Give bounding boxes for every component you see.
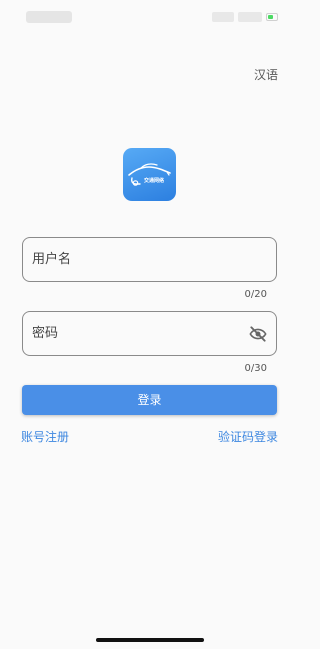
battery-level (268, 15, 273, 19)
status-time (26, 11, 72, 23)
username-field[interactable] (22, 237, 277, 282)
username-input[interactable] (32, 238, 242, 281)
battery-icon (266, 13, 278, 21)
eye-off-icon[interactable] (248, 324, 268, 344)
language-switch-button[interactable]: 汉语 (254, 67, 278, 83)
wifi-icon (238, 12, 262, 22)
register-link[interactable]: 账号注册 (21, 429, 69, 445)
status-icons (212, 11, 278, 23)
car-icon (128, 163, 171, 186)
signal-icon (212, 12, 234, 22)
password-input[interactable] (32, 312, 242, 355)
app-logo: 交通网络 (123, 148, 176, 201)
logo-text: 交通网络 (144, 178, 165, 184)
home-indicator[interactable] (96, 638, 204, 642)
username-char-counter: 0/20 (244, 289, 267, 300)
login-button[interactable]: 登录 (22, 385, 277, 415)
password-field[interactable] (22, 311, 277, 356)
password-char-counter: 0/30 (244, 363, 267, 374)
status-bar (0, 0, 300, 36)
sms-login-link[interactable]: 验证码登录 (218, 429, 278, 445)
